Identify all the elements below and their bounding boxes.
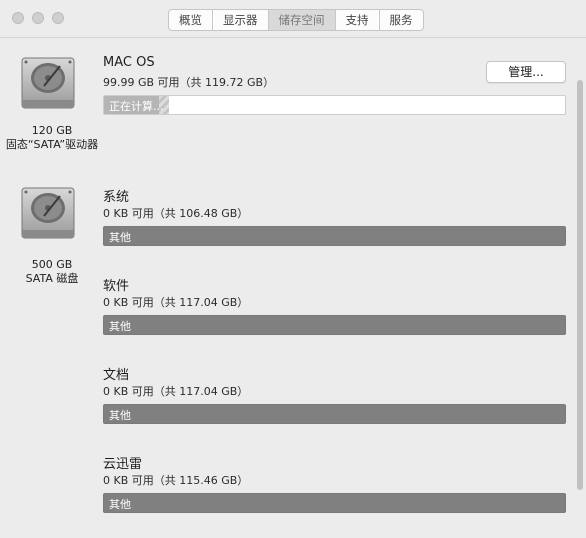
tab-service[interactable]: 服务 bbox=[380, 10, 423, 30]
disk-name: SATA 磁盘 bbox=[25, 272, 79, 285]
volume-capacity: 0 KB 可用（共 117.04 GB） bbox=[103, 296, 249, 309]
minimize-window-icon[interactable] bbox=[32, 12, 44, 24]
storage-bar: 其他 bbox=[103, 404, 566, 424]
close-window-icon[interactable] bbox=[12, 12, 24, 24]
hard-drive-icon bbox=[20, 54, 76, 114]
disk-caption: 120 GB 固态“SATA”驱动器 bbox=[0, 124, 104, 152]
volume-capacity: 99.99 GB 可用（共 119.72 GB） bbox=[103, 76, 275, 89]
disk-size: 500 GB bbox=[31, 258, 73, 271]
tab-segmented-control: 概览 显示器 储存空间 支持 服务 bbox=[168, 9, 424, 31]
hard-drive-icon bbox=[20, 184, 76, 244]
storage-content: 120 GB 固态“SATA”驱动器 500 GB SATA 磁盘 MAC OS… bbox=[0, 38, 586, 538]
disk-size: 120 GB bbox=[31, 124, 73, 137]
volume-name: 软件 bbox=[103, 279, 130, 294]
vertical-scrollbar[interactable] bbox=[577, 80, 583, 490]
bar-category-label: 其他 bbox=[109, 409, 131, 422]
tab-overview[interactable]: 概览 bbox=[169, 10, 213, 30]
volume-capacity: 0 KB 可用（共 117.04 GB） bbox=[103, 385, 249, 398]
tab-displays[interactable]: 显示器 bbox=[213, 10, 269, 30]
tab-storage[interactable]: 储存空间 bbox=[268, 10, 336, 30]
bar-category-label: 其他 bbox=[109, 320, 131, 333]
manage-button[interactable]: 管理... bbox=[486, 61, 566, 83]
disk-caption: 500 GB SATA 磁盘 bbox=[0, 258, 104, 286]
bar-category-label: 其他 bbox=[109, 231, 131, 244]
bar-category-label: 其他 bbox=[109, 498, 131, 511]
storage-progress-bar: 正在计算... bbox=[103, 95, 566, 115]
volume-capacity: 0 KB 可用（共 115.46 GB） bbox=[103, 474, 249, 487]
volume-capacity: 0 KB 可用（共 106.48 GB） bbox=[103, 207, 249, 220]
storage-bar: 其他 bbox=[103, 493, 566, 513]
storage-bar: 其他 bbox=[103, 226, 566, 246]
volume-name: 文档 bbox=[103, 368, 130, 383]
zoom-window-icon[interactable] bbox=[52, 12, 64, 24]
disk-name: 固态“SATA”驱动器 bbox=[5, 138, 99, 151]
bar-status-label: 正在计算... bbox=[109, 100, 164, 113]
volume-name: MAC OS bbox=[103, 55, 155, 70]
storage-bar: 其他 bbox=[103, 315, 566, 335]
toolbar: 概览 显示器 储存空间 支持 服务 bbox=[0, 0, 586, 38]
volume-name: 系统 bbox=[103, 190, 130, 205]
tab-support[interactable]: 支持 bbox=[336, 10, 380, 30]
volume-name: 云迅雷 bbox=[103, 457, 143, 472]
storage-window: 概览 显示器 储存空间 支持 服务 120 GB 固态“SATA”驱动器 500… bbox=[0, 0, 586, 538]
